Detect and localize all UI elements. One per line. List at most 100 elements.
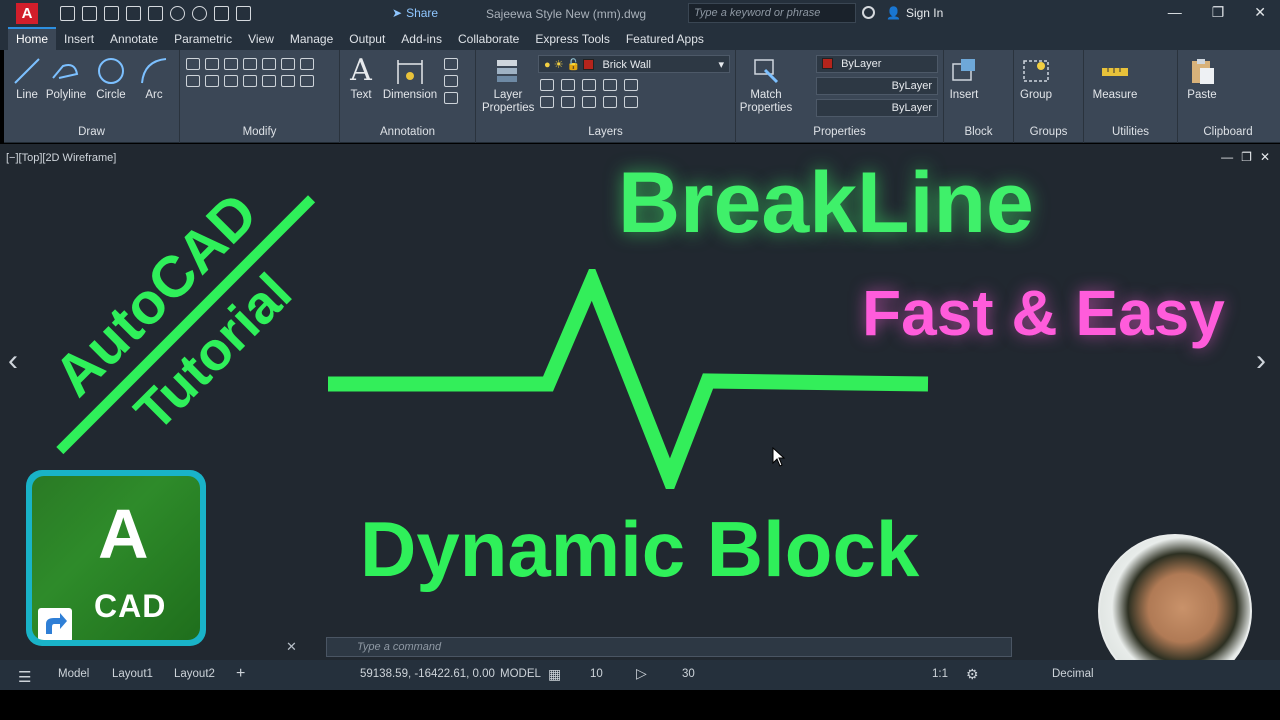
linetype-dropdown[interactable]: ByLayer <box>816 77 938 95</box>
save-as-icon[interactable] <box>126 6 141 21</box>
model-tab[interactable]: Model <box>58 668 89 680</box>
layer-tool-icon[interactable] <box>561 79 575 91</box>
gear-icon[interactable]: ⚙ <box>966 666 979 683</box>
tab-annotate[interactable]: Annotate <box>102 29 166 50</box>
rotate-icon[interactable] <box>224 58 238 70</box>
measure-tool[interactable]: Measure <box>1090 56 1140 101</box>
layout2-tab[interactable]: Layout2 <box>174 668 215 680</box>
tab-insert[interactable]: Insert <box>56 29 102 50</box>
offset-icon[interactable] <box>300 75 314 87</box>
copy-icon[interactable] <box>281 58 295 70</box>
table-icon[interactable] <box>444 92 458 104</box>
layer-properties-tool[interactable]: Layer Properties <box>482 56 534 115</box>
properties-panel-title[interactable]: Properties <box>736 126 943 138</box>
color-dropdown[interactable]: ByLayer <box>816 55 938 73</box>
trim-icon[interactable] <box>243 58 257 70</box>
menu-icon[interactable]: ☰ <box>18 668 31 686</box>
layer-tool-icon[interactable] <box>540 96 554 108</box>
coordinates-readout[interactable]: 59138.59, -16422.61, 0.00 <box>360 668 495 680</box>
tab-express-tools[interactable]: Express Tools <box>527 29 617 50</box>
tab-add-ins[interactable]: Add-ins <box>393 29 450 50</box>
plot-icon[interactable] <box>148 6 163 21</box>
redo-icon[interactable] <box>192 6 207 21</box>
insert-tool[interactable]: Insert <box>946 56 982 101</box>
rectangle-icon[interactable] <box>186 58 200 70</box>
lineweight-dropdown[interactable]: ByLayer <box>816 99 938 117</box>
array-icon[interactable] <box>262 75 276 87</box>
workspace-icon[interactable] <box>236 6 251 21</box>
new-icon[interactable] <box>60 6 75 21</box>
undo-icon[interactable] <box>170 6 185 21</box>
drawing-area[interactable]: [−][Top][2D Wireframe] — ❐ ✕ ‹ › AutoCAD… <box>0 144 1280 688</box>
scale-icon[interactable] <box>243 75 257 87</box>
layout1-tab[interactable]: Layout1 <box>112 668 153 680</box>
modify-panel-title[interactable]: Modify <box>180 126 339 138</box>
polyline-tool[interactable]: Polyline <box>44 56 88 101</box>
sign-in-button[interactable]: 👤 Sign In <box>886 6 943 20</box>
layer-tool-icon[interactable] <box>540 79 554 91</box>
units-selector[interactable]: Decimal <box>1052 668 1094 680</box>
share-button[interactable]: ➤ Share <box>392 6 438 20</box>
utilities-panel-title[interactable]: Utilities <box>1084 126 1177 138</box>
breakline-polyline[interactable] <box>328 269 929 489</box>
circle-tool[interactable]: Circle <box>92 56 130 101</box>
close-icon[interactable]: ✕ <box>1254 4 1266 21</box>
layer-tool-icon[interactable] <box>582 79 596 91</box>
groups-panel-title[interactable]: Groups <box>1014 126 1083 138</box>
explode-icon[interactable] <box>281 75 295 87</box>
maximize-icon[interactable]: ❐ <box>1212 4 1225 21</box>
fillet-icon[interactable] <box>186 75 200 87</box>
layer-tool-icon[interactable] <box>561 96 575 108</box>
annotation-scale[interactable]: 1:1 <box>932 668 948 680</box>
match-icon[interactable] <box>214 6 229 21</box>
leader-icon[interactable] <box>444 75 458 87</box>
layers-panel-title[interactable]: Layers <box>476 126 735 138</box>
add-layout-icon[interactable]: + <box>236 665 245 683</box>
arc-tool[interactable]: Arc <box>136 56 172 101</box>
linear-dim-icon[interactable] <box>444 58 458 70</box>
layer-tool-icon[interactable] <box>624 96 638 108</box>
tab-manage[interactable]: Manage <box>282 29 341 50</box>
tab-parametric[interactable]: Parametric <box>166 29 240 50</box>
previous-arrow-icon[interactable]: ‹ <box>8 344 18 378</box>
search-icon[interactable] <box>862 6 875 19</box>
annotation-panel-title[interactable]: Annotation <box>340 126 475 138</box>
erase-icon[interactable] <box>262 58 276 70</box>
play-icon[interactable]: ▷ <box>636 665 647 682</box>
close-icon[interactable]: ✕ <box>1260 150 1270 164</box>
tab-view[interactable]: View <box>240 29 282 50</box>
minimize-icon[interactable]: — <box>1168 4 1182 21</box>
minimize-icon[interactable]: — <box>1221 150 1233 164</box>
tab-home[interactable]: Home <box>8 27 57 50</box>
match-properties-tool[interactable]: Match Properties <box>738 56 794 115</box>
block-panel-title[interactable]: Block <box>944 126 1013 138</box>
mirror-icon[interactable] <box>300 58 314 70</box>
clipboard-panel-title[interactable]: Clipboard <box>1178 126 1278 138</box>
grid-icon[interactable]: ▦ <box>548 666 561 683</box>
layer-tool-icon[interactable] <box>582 96 596 108</box>
next-arrow-icon[interactable]: › <box>1256 344 1266 378</box>
move-icon[interactable] <box>205 58 219 70</box>
search-input[interactable]: Type a keyword or phrase <box>688 3 856 23</box>
app-menu-button[interactable]: A <box>16 3 38 24</box>
line-tool[interactable]: Line <box>10 56 44 101</box>
layer-tool-icon[interactable] <box>624 79 638 91</box>
tab-collaborate[interactable]: Collaborate <box>450 29 527 50</box>
layer-dropdown[interactable]: ● ☀ 🔓 Brick Wall ▾ <box>538 55 730 73</box>
paste-tool[interactable]: Paste <box>1182 56 1222 101</box>
tab-featured-apps[interactable]: Featured Apps <box>618 29 712 50</box>
group-tool[interactable]: Group <box>1016 56 1056 101</box>
layer-tool-icon[interactable] <box>603 96 617 108</box>
command-close-icon[interactable]: ✕ <box>286 639 297 655</box>
save-icon[interactable] <box>104 6 119 21</box>
dimension-tool[interactable]: Dimension <box>382 56 438 101</box>
hatch-icon[interactable] <box>205 75 219 87</box>
stretch-icon[interactable] <box>224 75 238 87</box>
command-input[interactable]: Type a command <box>326 637 1012 657</box>
rewind-button[interactable]: 10 <box>590 668 603 680</box>
restore-icon[interactable]: ❐ <box>1241 150 1252 164</box>
tab-output[interactable]: Output <box>341 29 393 50</box>
layer-tool-icon[interactable] <box>603 79 617 91</box>
model-space-toggle[interactable]: MODEL <box>500 668 541 680</box>
forward-button[interactable]: 30 <box>682 668 695 680</box>
